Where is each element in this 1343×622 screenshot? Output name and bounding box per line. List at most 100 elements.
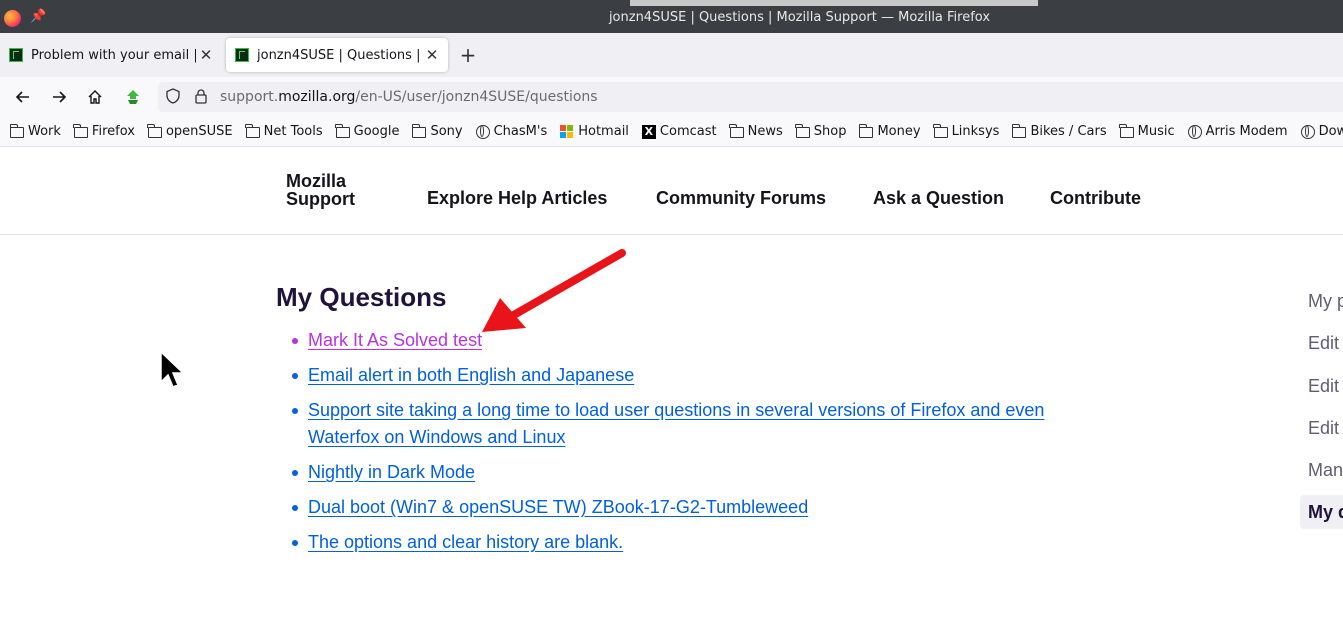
folder-icon	[73, 123, 88, 138]
logo-line-2: Support	[286, 189, 355, 209]
globe-icon	[1187, 124, 1202, 139]
question-link[interactable]: Nightly in Dark Mode	[308, 462, 475, 482]
bookmark-label: Sony	[430, 124, 463, 139]
bookmark-label: Firefox	[91, 124, 135, 139]
bookmark-bikes-cars[interactable]: Bikes / Cars	[1011, 123, 1107, 139]
x-icon: X	[641, 124, 656, 139]
bookmark-label: Linksys	[951, 124, 1000, 139]
tab-label: Problem with your email | Mozilla Suppor…	[31, 47, 196, 63]
tab-strip: Problem with your email | Mozilla Suppor…	[0, 33, 1343, 77]
bookmark-opensuse[interactable]: openSUSE	[147, 123, 233, 139]
bookmark-label: Arris Modem	[1205, 124, 1288, 139]
nav-explore-help-articles[interactable]: Explore Help Articles	[427, 188, 607, 209]
bookmark-label: Money	[877, 124, 921, 139]
list-item: Mark It As Solved test	[290, 327, 1090, 354]
terminal-favicon-icon	[235, 48, 249, 62]
folder-icon	[795, 123, 810, 138]
bookmark-work[interactable]: Work	[9, 123, 61, 139]
close-icon[interactable]: ✕	[422, 46, 442, 64]
mozilla-support-logo[interactable]: Mozilla Support	[286, 172, 355, 208]
bookmark-label: Work	[28, 124, 61, 139]
background-window-peek	[630, 0, 1038, 6]
url-prefix: support.	[220, 89, 279, 105]
bookmark-news[interactable]: News	[729, 123, 783, 139]
questions-list: Mark It As Solved test Email alert in bo…	[290, 327, 1090, 564]
globe-icon	[475, 124, 490, 139]
folder-icon	[335, 123, 350, 138]
sidebar-item-manage[interactable]: Man	[1300, 453, 1343, 487]
bookmark-comcast[interactable]: X Comcast	[641, 124, 717, 139]
folder-icon	[729, 123, 744, 138]
bookmark-arris-modem[interactable]: Arris Modem	[1187, 124, 1288, 139]
question-link[interactable]: Support site taking a long time to load …	[308, 400, 1044, 447]
bookmark-google[interactable]: Google	[335, 123, 400, 139]
bookmarks-toolbar: Work Firefox openSUSE Net Tools Google Sony Ch…	[0, 117, 1343, 147]
nav-contribute[interactable]: Contribute	[1050, 188, 1141, 209]
shield-icon[interactable]	[166, 88, 180, 104]
list-item: Nightly in Dark Mode	[290, 459, 1090, 486]
close-icon[interactable]: ✕	[196, 46, 216, 64]
tab-questions[interactable]: jonzn4SUSE | Questions | Mozilla Support…	[226, 38, 448, 72]
sidebar-item-my-questions[interactable]: My q	[1300, 495, 1343, 529]
bookmark-dow[interactable]: Dow	[1300, 124, 1343, 139]
bookmark-shop[interactable]: Shop	[795, 123, 847, 139]
forward-icon[interactable]	[47, 85, 71, 109]
sidebar-item-edit-contributions[interactable]: Edit	[1300, 411, 1343, 445]
sidebar-item-edit-settings[interactable]: Edit	[1300, 369, 1343, 403]
nav-ask-a-question[interactable]: Ask a Question	[873, 188, 1004, 209]
globe-icon	[1300, 124, 1315, 139]
folder-icon	[147, 123, 162, 138]
logo-line-1: Mozilla	[286, 171, 347, 191]
list-item: The options and clear history are blank.	[290, 529, 1090, 556]
new-tab-icon[interactable]: +	[458, 43, 478, 67]
nav-community-forums[interactable]: Community Forums	[656, 188, 826, 209]
folder-icon	[411, 123, 427, 138]
bookmark-sony[interactable]: Sony	[411, 123, 463, 139]
bookmark-label: ChasM's	[493, 124, 548, 139]
navigation-toolbar: support.mozilla.org/en-US/user/jonzn4SUS…	[0, 77, 1343, 117]
bookmark-linksys[interactable]: Linksys	[933, 123, 1000, 139]
tab-problem-with-email[interactable]: Problem with your email | Mozilla Suppor…	[0, 38, 222, 72]
question-link[interactable]: Dual boot (Win7 & openSUSE TW) ZBook-17-…	[308, 497, 808, 517]
home-icon[interactable]	[83, 85, 107, 109]
bookmark-hotmail[interactable]: Hotmail	[560, 124, 629, 139]
annotation-arrow	[482, 249, 626, 332]
sidebar-item-my-profile[interactable]: My p	[1300, 284, 1343, 318]
terminal-favicon-icon	[9, 48, 23, 62]
bookmark-label: Shop	[813, 124, 847, 139]
folder-icon	[9, 123, 24, 138]
bookmark-firefox[interactable]: Firefox	[73, 123, 135, 139]
folder-icon	[245, 123, 260, 138]
bookmark-money[interactable]: Money	[858, 123, 921, 139]
microsoft-icon	[560, 124, 574, 139]
folder-icon	[1011, 123, 1027, 138]
site-header: Mozilla Support Explore Help Articles Co…	[0, 148, 1343, 235]
folder-icon	[1119, 123, 1134, 138]
extension-icon[interactable]	[121, 85, 145, 109]
url-domain: mozilla.org	[278, 89, 356, 105]
question-link[interactable]: The options and clear history are blank.	[308, 532, 623, 552]
bookmark-label: openSUSE	[165, 124, 233, 139]
window-titlebar: 📌 jonzn4SUSE | Questions | Mozilla Suppo…	[0, 0, 1343, 33]
bookmark-chasm-s[interactable]: ChasM's	[475, 124, 548, 139]
bookmark-music[interactable]: Music	[1119, 123, 1175, 139]
url-path: /en-US/user/jonzn4SUSE/questions	[355, 89, 598, 105]
bookmark-label: Bikes / Cars	[1030, 124, 1107, 139]
folder-icon	[858, 123, 874, 138]
bookmark-net-tools[interactable]: Net Tools	[245, 123, 323, 139]
bookmark-label: News	[747, 124, 783, 139]
sidebar-item-edit-profile[interactable]: Edit	[1300, 326, 1343, 360]
address-bar[interactable]: support.mozilla.org/en-US/user/jonzn4SUS…	[158, 82, 1343, 112]
back-icon[interactable]	[11, 85, 35, 109]
mouse-cursor-icon	[160, 350, 185, 388]
question-link[interactable]: Mark It As Solved test	[308, 330, 482, 350]
bookmark-label: Google	[353, 124, 400, 139]
list-item: Dual boot (Win7 & openSUSE TW) ZBook-17-…	[290, 494, 1090, 521]
window-title: jonzn4SUSE | Questions | Mozilla Support…	[608, 10, 991, 25]
question-link[interactable]: Email alert in both English and Japanese	[308, 365, 634, 385]
bookmark-label: Music	[1137, 124, 1175, 139]
folder-icon	[933, 123, 948, 138]
lock-icon[interactable]	[194, 88, 208, 104]
bookmark-label: Comcast	[659, 124, 717, 139]
bookmark-label: Dow	[1318, 124, 1343, 139]
